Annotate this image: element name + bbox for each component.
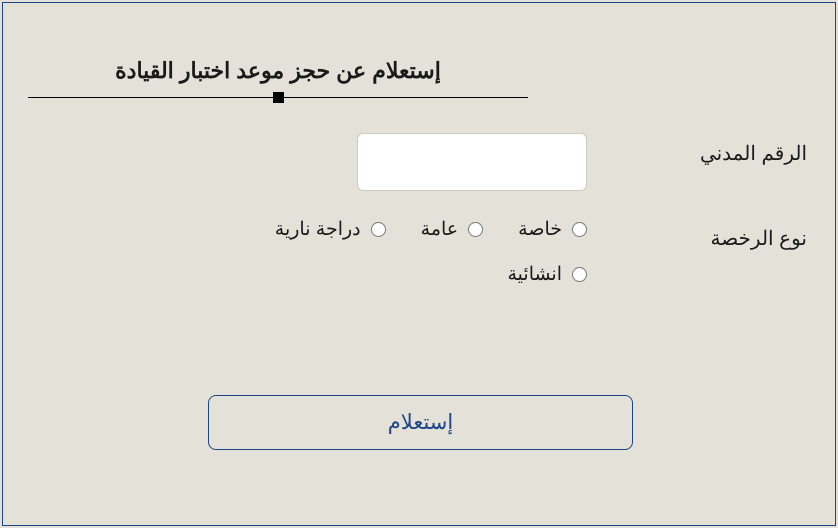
- license-option-label: دراجة نارية: [275, 218, 361, 241]
- license-option-private[interactable]: خاصة: [518, 218, 587, 241]
- submit-button[interactable]: إستعلام: [208, 395, 633, 450]
- license-radio-private[interactable]: [572, 222, 587, 237]
- license-option-construction[interactable]: انشائية: [507, 263, 587, 286]
- license-type-label: نوع الرخصة: [587, 218, 807, 251]
- license-option-public[interactable]: عامة: [421, 218, 484, 241]
- license-radio-construction[interactable]: [572, 267, 587, 282]
- title-rule-marker: [273, 92, 284, 103]
- civil-id-label: الرقم المدني: [587, 133, 807, 166]
- license-radio-motorcycle[interactable]: [371, 222, 386, 237]
- civil-id-row: الرقم المدني: [183, 133, 807, 191]
- title-wrap: إستعلام عن حجز موعد اختبار القيادة: [28, 58, 528, 84]
- license-type-row: نوع الرخصة خاصة عامة دراجة نارية: [183, 218, 807, 308]
- license-option-label: خاصة: [518, 218, 562, 241]
- license-option-label: انشائية: [507, 263, 562, 286]
- license-radio-public[interactable]: [468, 222, 483, 237]
- page-title: إستعلام عن حجز موعد اختبار القيادة: [105, 58, 451, 84]
- civil-id-input[interactable]: [357, 133, 587, 191]
- license-option-label: عامة: [421, 218, 459, 241]
- form-container: إستعلام عن حجز موعد اختبار القيادة الرقم…: [2, 2, 836, 526]
- license-option-motorcycle[interactable]: دراجة نارية: [275, 218, 386, 241]
